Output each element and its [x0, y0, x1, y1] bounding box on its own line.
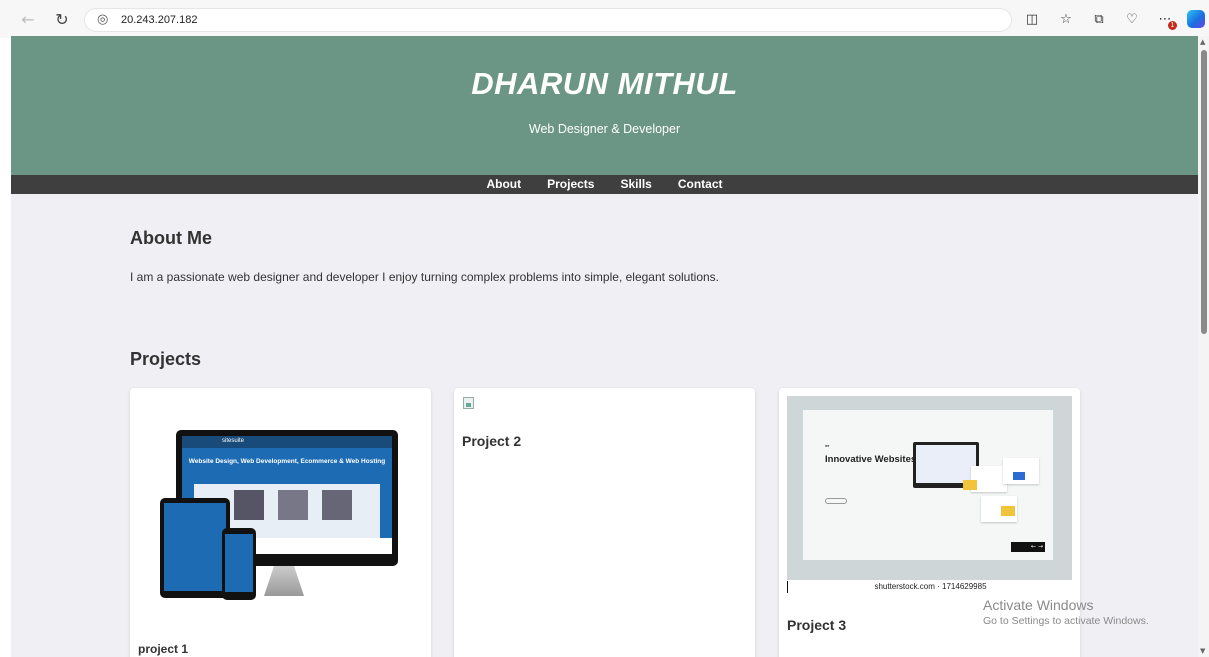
project-card-2[interactable]: Project 2 — [454, 388, 755, 657]
nav-link-contact[interactable]: Contact — [665, 175, 736, 194]
browser-toolbar: ← ↻ ◎ 20.243.207.182 ◫ ☆ ⧉ ♡ ⋯ 1 — [0, 0, 1209, 38]
projects-heading: Projects — [130, 349, 202, 369]
mock-headline: Website Design, Web Development, Ecommer… — [188, 458, 386, 465]
project-3-image: ■■ Innovative Websites ← → — [787, 396, 1072, 580]
nav-link-skills[interactable]: Skills — [607, 175, 664, 194]
project-3-title: Project 3 — [787, 617, 847, 633]
page-viewport: DHARUN MITHUL Web Designer & Developer A… — [11, 36, 1198, 657]
project-1-title: project 1 — [138, 642, 189, 656]
activate-windows-subtitle: Go to Settings to activate Windows. — [983, 615, 1149, 627]
split-screen-icon[interactable]: ◫ — [1022, 9, 1042, 29]
scroll-up-arrow-icon[interactable]: ▲ — [1200, 38, 1205, 46]
browser-essentials-icon[interactable]: ♡ — [1122, 9, 1142, 29]
site-subtitle: Web Designer & Developer — [528, 122, 681, 136]
globe-icon: ◎ — [97, 12, 109, 27]
reload-icon[interactable]: ↻ — [50, 7, 74, 31]
more-options-icon[interactable]: ⋯ 1 — [1155, 9, 1177, 30]
phone-mockup — [222, 528, 256, 600]
project-card-1[interactable]: sitesuite Website Design, Web Developmen… — [130, 388, 431, 657]
nav-link-about[interactable]: About — [473, 175, 534, 194]
about-heading: About Me — [130, 228, 212, 248]
p3-watermark: shutterstock.com · 1714629985 — [787, 581, 1072, 593]
project-2-title: Project 2 — [462, 433, 522, 449]
favorites-icon[interactable]: ☆ — [1056, 9, 1076, 29]
notification-badge: 1 — [1168, 21, 1177, 30]
project-1-image: sitesuite Website Design, Web Developmen… — [160, 426, 400, 606]
collections-icon[interactable]: ⧉ — [1089, 9, 1109, 29]
back-arrow-icon[interactable]: ← — [16, 7, 40, 31]
site-header: DHARUN MITHUL Web Designer & Developer — [11, 36, 1198, 175]
scroll-thumb[interactable] — [1201, 50, 1207, 334]
p3-image-heading: Innovative Websites — [825, 454, 917, 465]
about-text: I am a passionate web designer and devel… — [130, 270, 720, 284]
address-bar[interactable]: ◎ 20.243.207.182 — [84, 8, 1012, 32]
copilot-icon[interactable] — [1186, 9, 1206, 29]
sitesuite-logo: sitesuite — [222, 438, 245, 444]
nav-link-projects[interactable]: Projects — [534, 175, 607, 194]
scroll-down-arrow-icon[interactable]: ▼ — [1200, 647, 1205, 655]
page-scrollbar[interactable]: ▲ ▼ — [1198, 36, 1209, 657]
address-url: 20.243.207.182 — [121, 14, 198, 26]
site-title: DHARUN MITHUL — [471, 66, 738, 101]
tablet-mockup — [160, 498, 230, 598]
site-nav: About Projects Skills Contact — [11, 175, 1198, 194]
monitor-stand — [264, 566, 304, 596]
activate-windows-title: Activate Windows — [983, 597, 1094, 613]
broken-image-icon — [463, 397, 474, 409]
